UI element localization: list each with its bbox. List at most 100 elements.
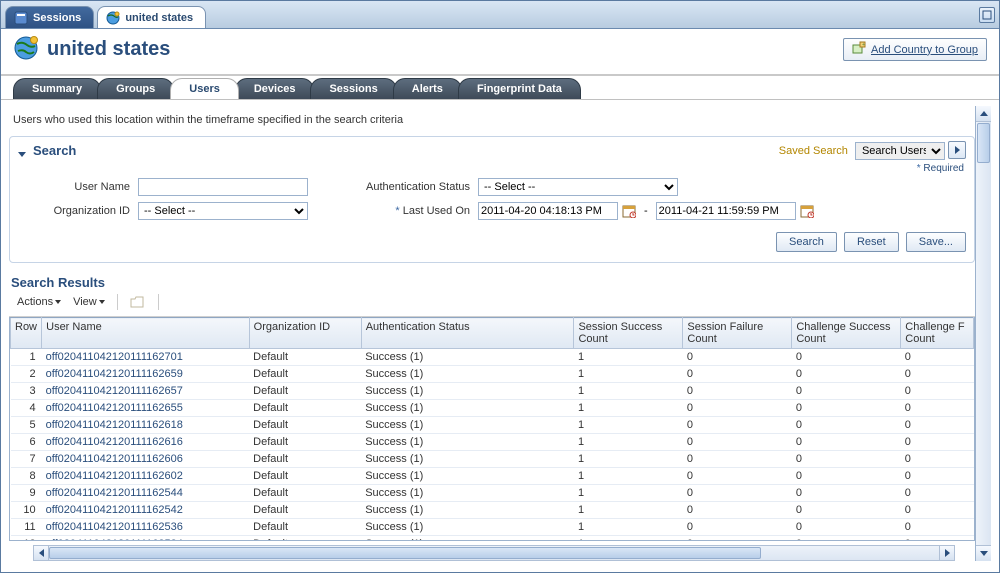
- username-input[interactable]: [138, 178, 308, 196]
- user-link[interactable]: off020411042120111162536: [46, 521, 183, 533]
- saved-search-select[interactable]: Search Users: [855, 142, 945, 160]
- user-link[interactable]: off020411042120111162655: [46, 402, 183, 414]
- saved-search-label: Saved Search: [779, 145, 848, 157]
- cell-org: Default: [249, 434, 361, 451]
- cell-auth: Success (1): [361, 400, 574, 417]
- col-ssc[interactable]: Session Success Count: [574, 318, 683, 349]
- cell-auth: Success (1): [361, 383, 574, 400]
- view-menu[interactable]: View: [73, 296, 105, 308]
- col-auth[interactable]: Authentication Status: [361, 318, 574, 349]
- session-tab-active[interactable]: united states: [97, 6, 206, 28]
- cell-org: Default: [249, 349, 361, 366]
- cell-rownum: 6: [11, 434, 42, 451]
- user-link[interactable]: off020411042120111162606: [46, 453, 183, 465]
- scroll-left-icon[interactable]: [33, 545, 49, 561]
- vertical-scrollbar[interactable]: [975, 106, 991, 561]
- cell-username: off020411042120111162701: [42, 349, 250, 366]
- cell-rownum: 2: [11, 366, 42, 383]
- cell-org: Default: [249, 536, 361, 542]
- col-cfc[interactable]: Challenge FCount: [901, 318, 974, 349]
- cell-username: off020411042120111162536: [42, 519, 250, 536]
- cell-username: off020411042120111162606: [42, 451, 250, 468]
- cell-auth: Success (1): [361, 349, 574, 366]
- col-org[interactable]: Organization ID: [249, 318, 361, 349]
- table-row[interactable]: 1off020411042120111162701DefaultSuccess …: [11, 349, 974, 366]
- user-link[interactable]: off020411042120111162618: [46, 419, 183, 431]
- col-sfc[interactable]: Session Failure Count: [683, 318, 792, 349]
- results-table: Row User Name Organization ID Authentica…: [9, 317, 975, 541]
- user-link[interactable]: off020411042120111162657: [46, 385, 183, 397]
- user-link[interactable]: off020411042120111162542: [46, 504, 183, 516]
- calendar-icon[interactable]: [800, 203, 814, 219]
- tab-sessions[interactable]: Sessions: [310, 78, 396, 99]
- reset-button[interactable]: Reset: [844, 232, 899, 252]
- label-lastused: Last Used On: [358, 205, 478, 217]
- scroll-down-icon[interactable]: [976, 545, 991, 561]
- col-csc[interactable]: Challenge Success Count: [792, 318, 901, 349]
- user-link[interactable]: off020411042120111162534: [46, 538, 183, 541]
- user-link[interactable]: off020411042120111162616: [46, 436, 183, 448]
- user-link[interactable]: off020411042120111162544: [46, 487, 183, 499]
- tab-fingerprint[interactable]: Fingerprint Data: [458, 78, 581, 99]
- cell-cfc: 0: [901, 519, 974, 536]
- search-title[interactable]: Search: [18, 143, 76, 158]
- actions-menu[interactable]: Actions: [17, 296, 61, 308]
- scroll-thumb[interactable]: [977, 123, 990, 163]
- tab-users[interactable]: Users: [170, 78, 239, 99]
- cell-cfc: 0: [901, 349, 974, 366]
- cell-org: Default: [249, 468, 361, 485]
- table-row[interactable]: 10off020411042120111162542DefaultSuccess…: [11, 502, 974, 519]
- session-tab-label: Sessions: [33, 12, 81, 24]
- saved-search-go[interactable]: [948, 141, 966, 159]
- cell-username: off020411042120111162618: [42, 417, 250, 434]
- add-country-button[interactable]: + Add Country to Group: [843, 38, 987, 61]
- table-row[interactable]: 8off020411042120111162602DefaultSuccess …: [11, 468, 974, 485]
- table-row[interactable]: 3off020411042120111162657DefaultSuccess …: [11, 383, 974, 400]
- scroll-thumb[interactable]: [49, 547, 761, 559]
- session-tab-sessions[interactable]: Sessions: [5, 6, 94, 28]
- user-link[interactable]: off020411042120111162602: [46, 470, 183, 482]
- cell-username: off020411042120111162659: [42, 366, 250, 383]
- table-row[interactable]: 12off020411042120111162534DefaultSuccess…: [11, 536, 974, 542]
- scroll-right-icon[interactable]: [939, 545, 955, 561]
- org-id-select[interactable]: -- Select --: [138, 202, 308, 220]
- save-button[interactable]: Save...: [906, 232, 966, 252]
- col-user[interactable]: User Name: [42, 318, 250, 349]
- maximize-icon[interactable]: [979, 7, 995, 23]
- table-row[interactable]: 7off020411042120111162606DefaultSuccess …: [11, 451, 974, 468]
- cell-org: Default: [249, 366, 361, 383]
- sessions-icon: [14, 11, 28, 25]
- auth-status-select[interactable]: -- Select --: [478, 178, 678, 196]
- horizontal-scrollbar[interactable]: [33, 545, 955, 561]
- tab-groups[interactable]: Groups: [97, 78, 174, 99]
- cell-auth: Success (1): [361, 366, 574, 383]
- cell-rownum: 8: [11, 468, 42, 485]
- table-row[interactable]: 4off020411042120111162655DefaultSuccess …: [11, 400, 974, 417]
- cell-auth: Success (1): [361, 536, 574, 542]
- scroll-track[interactable]: [49, 545, 939, 561]
- cell-auth: Success (1): [361, 519, 574, 536]
- user-link[interactable]: off020411042120111162659: [46, 368, 183, 380]
- user-link[interactable]: off020411042120111162701: [46, 351, 183, 363]
- cell-username: off020411042120111162602: [42, 468, 250, 485]
- cell-ssc: 1: [574, 434, 683, 451]
- calendar-icon[interactable]: [622, 203, 636, 219]
- tab-alerts[interactable]: Alerts: [393, 78, 462, 99]
- col-row[interactable]: Row: [11, 318, 42, 349]
- table-row[interactable]: 11off020411042120111162536DefaultSuccess…: [11, 519, 974, 536]
- cell-cfc: 0: [901, 536, 974, 542]
- date-to-input[interactable]: [656, 202, 796, 220]
- table-row[interactable]: 5off020411042120111162618DefaultSuccess …: [11, 417, 974, 434]
- cell-sfc: 0: [683, 502, 792, 519]
- date-from-input[interactable]: [478, 202, 618, 220]
- tab-devices[interactable]: Devices: [235, 78, 315, 99]
- scroll-up-icon[interactable]: [976, 106, 991, 122]
- tab-summary[interactable]: Summary: [13, 78, 101, 99]
- detach-icon[interactable]: [130, 295, 146, 309]
- search-button[interactable]: Search: [776, 232, 837, 252]
- cell-rownum: 7: [11, 451, 42, 468]
- table-row[interactable]: 6off020411042120111162616DefaultSuccess …: [11, 434, 974, 451]
- label-authstatus: Authentication Status: [358, 181, 478, 193]
- table-row[interactable]: 9off020411042120111162544DefaultSuccess …: [11, 485, 974, 502]
- table-row[interactable]: 2 off020411042120111162659 DefaultSuccess …: [11, 366, 974, 383]
